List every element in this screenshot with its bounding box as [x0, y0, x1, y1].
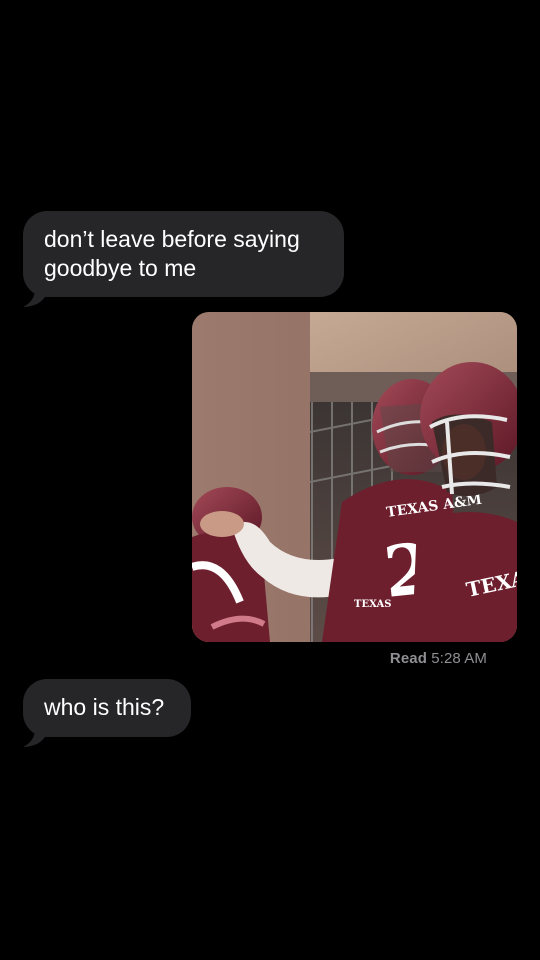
incoming-message-bubble[interactable]: who is this?	[23, 679, 191, 747]
message-text-line: who is this?	[44, 694, 165, 720]
bubble-tail-icon	[23, 729, 45, 747]
read-time: 5:28 AM	[431, 650, 487, 667]
football-players-photo: TEXAS A&M 2 TEXAS TEXA	[192, 312, 517, 642]
message-text-line: don’t leave before saying	[44, 226, 300, 252]
read-label: Read	[389, 650, 427, 667]
read-receipt: Read 5:28 AM	[390, 650, 487, 667]
bubble-tail-icon	[23, 289, 45, 307]
sent-image-attachment[interactable]: TEXAS A&M 2 TEXAS TEXA	[192, 312, 517, 642]
jersey-text-small: TEXAS	[354, 599, 391, 610]
message-text-line: goodbye to me	[44, 255, 197, 281]
incoming-message-bubble[interactable]: don’t leave before saying goodbye to me	[23, 211, 344, 307]
